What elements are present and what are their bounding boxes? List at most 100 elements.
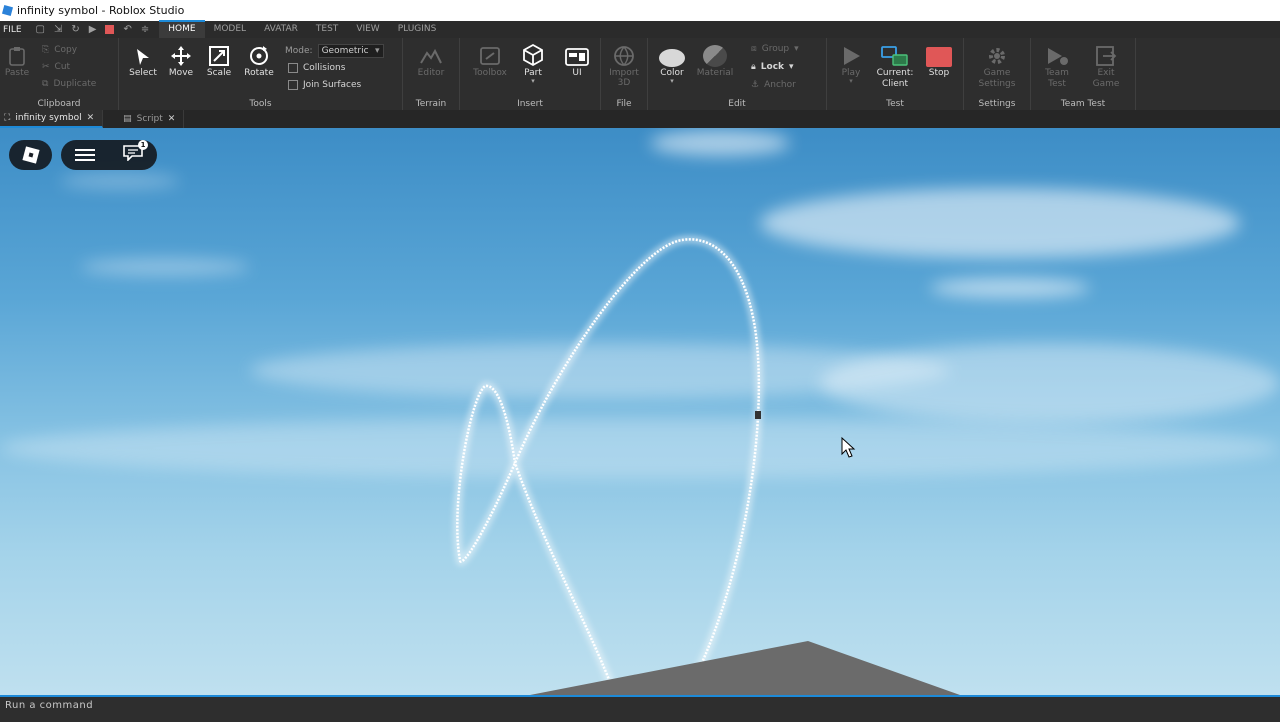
anchor-button[interactable]: ⚓︎ Anchor [751,80,796,90]
mouse-cursor-icon [841,436,856,458]
close-icon[interactable]: ✕ [168,114,176,124]
insert-group: Toolbox Part ▾ UI Insert [460,38,601,110]
lock-icon: 🔒︎ [751,62,756,72]
play-icon[interactable]: ▶ [89,24,97,35]
stop-icon[interactable] [105,25,115,34]
scale-label: Scale [206,68,232,78]
new-file-icon[interactable]: ▢ [36,24,45,35]
color-button[interactable]: Color ▾ [652,43,692,85]
duplicate-label: Duplicate [53,79,97,89]
3d-viewport[interactable]: 1 [0,128,1280,695]
hamburger-menu-icon[interactable] [75,148,95,162]
lock-button[interactable]: 🔒︎ Lock ▾ [751,62,794,72]
cube-icon [523,43,543,67]
undo-icon[interactable]: ↶ [123,24,131,35]
exit-game-button[interactable]: Exit Game [1086,43,1126,90]
join-surfaces-checkbox[interactable] [288,80,298,90]
ui-button[interactable]: UI [557,43,597,78]
tab-test[interactable]: TEST [307,21,347,38]
play-button[interactable]: Play ▾ [831,43,871,85]
material-sphere-icon [703,45,727,67]
gear-icon [989,48,1005,64]
team-test-group-label: Team Test [1060,99,1106,109]
cut-button[interactable]: ✂ Cut [42,62,70,72]
chat-button[interactable]: 1 [123,140,148,165]
place-icon: ⛶ [4,113,11,123]
tab-home[interactable]: HOME [159,20,205,39]
file-group-label: File [616,99,632,109]
scale-button[interactable]: Scale [199,43,239,78]
roblox-menu-button[interactable] [9,140,52,170]
toolbox-button[interactable]: Toolbox [470,43,510,78]
test-group: Play ▾ Current: Client Stop Test [827,38,964,110]
copy-button[interactable]: ⎘ Copy [42,45,77,55]
anchor-label: Anchor [764,80,796,90]
lock-dropdown-icon: ▾ [789,62,794,72]
duplicate-button[interactable]: ⧉ Duplicate [42,79,96,89]
redo-icon[interactable]: ↻ [71,24,79,35]
terrain-editor-button[interactable]: Editor [411,43,451,78]
stop-label: Stop [928,68,950,78]
rotate-button[interactable]: Rotate [239,43,279,78]
game-settings-button[interactable]: Game Settings [972,43,1022,90]
menu-bar: FILE ▢ ⇲ ↻ ▶ ↶ ≑ HOME MODEL AVATAR TEST … [0,20,1280,39]
material-button[interactable]: Material [695,43,735,78]
trail-attachment[interactable] [755,411,761,419]
move-label: Move [168,68,194,78]
doc-tab-label: Script [136,114,163,124]
toolbox-icon [480,47,500,65]
open-file-icon[interactable]: ⇲ [54,24,62,35]
play-triangle-icon [844,47,860,65]
tab-view[interactable]: VIEW [347,21,388,38]
tools-group-label: Tools [249,99,272,109]
close-icon[interactable]: ✕ [87,113,95,123]
command-bar[interactable]: Run a command [0,695,1280,722]
doc-tab-place[interactable]: ⛶ infinity symbol ✕ [0,110,104,128]
import-3d-button[interactable]: Import 3D [604,43,644,88]
select-button[interactable]: Select [123,43,163,78]
globe-import-icon [614,46,634,66]
file-menu[interactable]: FILE [0,25,28,35]
copy-icon: ⎘ [42,45,50,55]
toolbox-label: Toolbox [473,68,507,78]
client-server-icon [881,46,908,66]
team-test-label: Team Test [1045,68,1069,89]
current-client-button[interactable]: Current: Client [872,43,918,90]
quick-access-toolbar: ▢ ⇲ ↻ ▶ ↶ ≑ [36,24,150,35]
stop-button[interactable]: Stop [919,43,959,78]
collisions-toggle[interactable]: Collisions [288,63,345,73]
ui-window-icon [565,48,589,66]
current-client-label: Current: Client [876,68,914,89]
group-button[interactable]: ⧈ Group ▾ [751,44,799,54]
move-button[interactable]: Move [161,43,201,78]
team-test-button[interactable]: Team Test [1037,43,1077,90]
play-dropdown-arrow-icon[interactable]: ▾ [831,78,871,85]
part-button[interactable]: Part ▾ [513,43,553,85]
ui-label: UI [572,68,582,78]
test-group-label: Test [886,99,904,109]
join-surfaces-toggle[interactable]: Join Surfaces [288,80,361,90]
terrain-group: Editor Terrain [403,38,460,110]
doc-tab-script[interactable]: ▤ Script ✕ [103,110,185,128]
collisions-checkbox[interactable] [288,63,298,73]
tab-avatar[interactable]: AVATAR [255,21,307,38]
exit-door-icon [1096,46,1117,66]
edit-group-label: Edit [728,99,746,109]
settings-group: Game Settings Settings [964,38,1031,110]
scale-icon [209,46,229,66]
game-settings-label: Game Settings [978,68,1016,89]
doc-tab-label: infinity symbol [15,113,82,123]
customize-icon[interactable]: ≑ [141,24,149,35]
tab-plugins[interactable]: PLUGINS [389,21,446,38]
insert-group-label: Insert [517,99,543,109]
color-dropdown-arrow-icon[interactable]: ▾ [652,78,692,85]
mode-dropdown[interactable]: Geometric [317,44,384,58]
paste-button[interactable]: Paste [0,43,37,78]
tab-model[interactable]: MODEL [205,21,255,38]
chat-badge: 1 [138,140,148,150]
command-input-placeholder[interactable]: Run a command [5,700,93,711]
part-dropdown-arrow-icon[interactable]: ▾ [513,78,553,85]
file-group: Import 3D File [601,38,648,110]
exit-game-label: Exit Game [1092,68,1120,89]
color-swatch-icon [659,49,685,67]
